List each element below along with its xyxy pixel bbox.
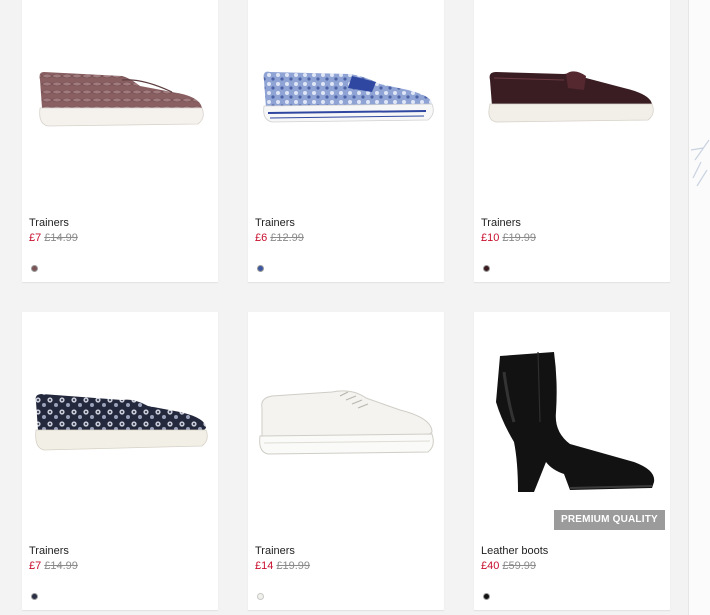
original-price: £19.99 <box>502 232 537 244</box>
product-image[interactable] <box>474 312 670 540</box>
sale-price: £40 <box>481 560 500 572</box>
product-image[interactable] <box>248 0 444 212</box>
original-price: £14.99 <box>44 560 78 572</box>
color-swatch[interactable] <box>483 593 490 600</box>
product-name[interactable]: Trainers <box>29 544 211 558</box>
product-card[interactable]: Trainers £10 £19.99 <box>474 0 670 282</box>
side-panel <box>688 0 710 615</box>
pink-snakeskin-slip-on-icon <box>39 72 204 127</box>
burgundy-slip-on-icon <box>488 71 654 123</box>
sale-price: £7 <box>29 560 42 572</box>
product-image[interactable] <box>248 312 444 540</box>
product-name[interactable]: Trainers <box>481 216 663 230</box>
original-price: £19.99 <box>276 560 311 572</box>
color-swatch[interactable] <box>483 265 490 272</box>
product-card[interactable]: Trainers £7 £14.99 <box>22 0 218 282</box>
white-lace-up-trainer-icon <box>259 390 434 455</box>
sale-price: £7 <box>29 232 42 244</box>
color-swatch[interactable] <box>31 265 38 272</box>
product-card[interactable]: Trainers £6 £12.99 <box>248 0 444 282</box>
product-image[interactable] <box>474 0 670 212</box>
sale-price: £6 <box>255 232 268 244</box>
original-price: £59.99 <box>502 560 537 572</box>
product-name[interactable]: Trainers <box>29 216 211 230</box>
product-name[interactable]: Trainers <box>255 544 437 558</box>
premium-quality-badge: PREMIUM QUALITY <box>554 510 665 530</box>
product-image[interactable] <box>22 312 218 540</box>
product-image[interactable] <box>22 0 218 212</box>
product-name[interactable]: Leather boots <box>481 544 663 558</box>
product-price: £7 £14.99 <box>29 559 211 573</box>
product-price: £7 £14.99 <box>29 231 211 245</box>
decorative-branch-icon <box>690 139 710 187</box>
product-name[interactable]: Trainers <box>255 216 437 230</box>
blue-paisley-slip-on-icon <box>263 71 434 123</box>
black-leather-boot-icon <box>496 351 655 492</box>
original-price: £14.99 <box>44 232 78 244</box>
product-card[interactable]: Trainers £14 £19.99 <box>248 312 444 610</box>
color-swatch[interactable] <box>257 593 264 600</box>
product-price: £6 £12.99 <box>255 231 437 245</box>
product-card[interactable]: Trainers £7 £14.99 <box>22 312 218 610</box>
original-price: £12.99 <box>270 232 304 244</box>
product-price: £10 £19.99 <box>481 231 663 245</box>
color-swatch[interactable] <box>31 593 38 600</box>
product-card[interactable]: PREMIUM QUALITY Leather boots £40 £59.99 <box>474 312 670 610</box>
color-swatch[interactable] <box>257 265 264 272</box>
product-price: £40 £59.99 <box>481 559 663 573</box>
product-price: £14 £19.99 <box>255 559 437 573</box>
navy-floral-slip-on-icon <box>35 394 208 451</box>
sale-price: £14 <box>255 560 274 572</box>
sale-price: £10 <box>481 232 500 244</box>
